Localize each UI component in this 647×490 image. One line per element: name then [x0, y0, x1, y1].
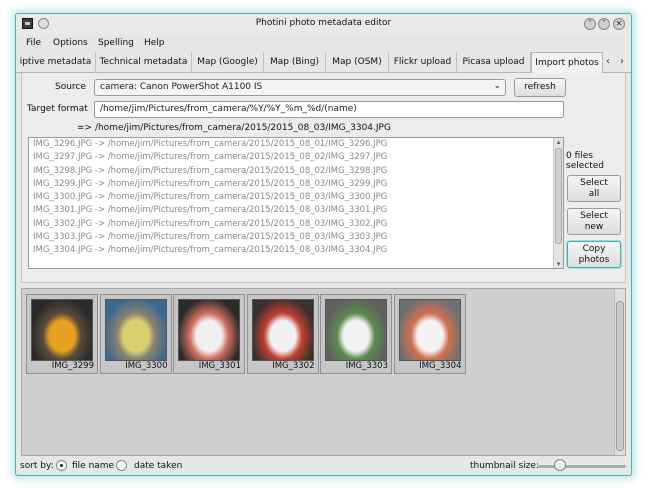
thumbnail-image	[325, 299, 387, 361]
copy-photos-line2: photos	[578, 255, 610, 265]
thumbnail-scrollbar[interactable]	[614, 289, 625, 455]
tab-flickr-upload[interactable]: Flickr upload	[389, 52, 457, 73]
window-title: Photini photo metadata editor	[255, 18, 392, 28]
minimize-button[interactable]: ˅	[584, 18, 596, 30]
copy-photos-line1: Copy	[582, 244, 606, 254]
thumbnail-label: IMG_3299	[51, 361, 94, 371]
tab-descriptive-metadata[interactable]: iptive metadata	[16, 52, 96, 73]
tab-scroll-right-icon[interactable]: ›	[620, 56, 624, 67]
file-row[interactable]: IMG_3296.JPG -> /home/jim/Pictures/from_…	[29, 138, 563, 151]
import-panel: Source camera: Canon PowerShot A1100 IS …	[21, 73, 626, 283]
thumbnail-size-handle[interactable]	[554, 459, 566, 471]
source-combo[interactable]: camera: Canon PowerShot A1100 IS ⌄	[94, 79, 506, 96]
select-all-button[interactable]: Select all	[567, 175, 621, 202]
file-row[interactable]: IMG_3302.JPG -> /home/jim/Pictures/from_…	[29, 218, 563, 231]
source-label: Source	[55, 82, 86, 92]
file-list[interactable]: IMG_3296.JPG -> /home/jim/Pictures/from_…	[28, 137, 564, 269]
files-selected-line2: selected	[566, 161, 604, 171]
file-row[interactable]: IMG_3300.JPG -> /home/jim/Pictures/from_…	[29, 191, 563, 204]
maximize-button[interactable]: ˄	[598, 18, 610, 30]
file-list-scroll-thumb[interactable]	[555, 148, 562, 244]
status-bar: sort by: file name date taken thumbnail …	[16, 456, 631, 475]
main-window: Photini photo metadata editor ˅ ˄ ✕ File…	[15, 13, 632, 476]
menu-bar: File Options Spelling Help	[16, 34, 631, 52]
thumbnail-scroll-thumb[interactable]	[616, 301, 624, 451]
thumbnail-item[interactable]: IMG_3300	[99, 294, 172, 374]
thumbnail-area[interactable]: IMG_3299 IMG_3300 IMG_3301 IMG_3302 IMG_3303…	[21, 288, 626, 456]
file-row[interactable]: IMG_3304.JPG -> /home/jim/Pictures/from_…	[29, 244, 563, 257]
thumbnail-size-slider[interactable]	[538, 465, 626, 468]
tab-bar: iptive metadata Technical metadata Map (…	[16, 52, 631, 74]
thumbnail-label: IMG_3300	[125, 361, 168, 371]
menu-spelling[interactable]: Spelling	[98, 38, 134, 48]
scroll-up-icon[interactable]: ▴	[554, 138, 563, 146]
thumbnail-item[interactable]: IMG_3303	[320, 294, 392, 374]
thumbnail-item[interactable]: IMG_3304	[393, 294, 466, 374]
tab-map-osm[interactable]: Map (OSM)	[326, 52, 389, 73]
scroll-down-icon[interactable]: ▾	[554, 260, 563, 268]
tab-technical-metadata[interactable]: Technical metadata	[96, 52, 192, 73]
file-rows: IMG_3296.JPG -> /home/jim/Pictures/from_…	[29, 138, 563, 258]
thumbnail-image	[251, 299, 314, 361]
file-row[interactable]: IMG_3303.JPG -> /home/jim/Pictures/from_…	[29, 231, 563, 244]
close-button[interactable]: ✕	[613, 18, 625, 30]
thumbnail-image	[398, 299, 461, 361]
chevron-down-icon: ⌄	[493, 81, 501, 91]
file-list-scrollbar[interactable]: ▴ ▾	[553, 138, 563, 268]
file-row[interactable]: IMG_3301.JPG -> /home/jim/Pictures/from_…	[29, 204, 563, 217]
thumbnail-item[interactable]: IMG_3299	[26, 294, 98, 374]
thumbnail-size-label: thumbnail size:	[470, 461, 539, 471]
tab-map-google[interactable]: Map (Google)	[192, 52, 264, 73]
file-row[interactable]: IMG_3298.JPG -> /home/jim/Pictures/from_…	[29, 165, 563, 178]
select-new-button[interactable]: Select new	[567, 208, 621, 235]
tab-import-photos[interactable]: Import photos	[531, 52, 603, 74]
menu-options[interactable]: Options	[53, 38, 88, 48]
refresh-button[interactable]: refresh	[514, 78, 566, 97]
target-preview: => /home/jim/Pictures/from_camera/2015/2…	[77, 123, 391, 133]
select-new-line1: Select	[580, 211, 608, 221]
menu-file[interactable]: File	[26, 38, 41, 48]
thumbnail-item[interactable]: IMG_3301	[173, 294, 245, 374]
files-selected-line1: 0 files	[566, 151, 593, 161]
tab-map-bing[interactable]: Map (Bing)	[264, 52, 326, 73]
sort-date-taken-label[interactable]: date taken	[134, 461, 182, 471]
tab-scroll-left-icon[interactable]: ‹	[606, 56, 610, 67]
thumbnail-image	[31, 299, 93, 361]
thumbnail-image	[178, 299, 240, 361]
files-selected-count: 0 files selected	[566, 151, 604, 171]
menu-help[interactable]: Help	[144, 38, 165, 48]
sort-file-name-label[interactable]: file name	[72, 461, 114, 471]
thumbnail-image	[104, 299, 167, 361]
select-all-line2: all	[588, 189, 600, 199]
thumbnail-label: IMG_3302	[272, 361, 315, 371]
thumbnail-label: IMG_3304	[419, 361, 462, 371]
sort-file-name-radio[interactable]	[56, 460, 67, 471]
sort-date-taken-radio[interactable]	[116, 460, 127, 471]
select-all-line1: Select	[580, 178, 608, 188]
thumbnail-label: IMG_3301	[198, 361, 241, 371]
target-format-label: Target format	[27, 104, 88, 114]
sort-by-label: sort by:	[20, 461, 54, 471]
thumbnail-item[interactable]: IMG_3302	[246, 294, 319, 374]
select-new-line2: new	[584, 222, 604, 232]
source-value: camera: Canon PowerShot A1100 IS	[100, 82, 263, 92]
tab-picasa-upload[interactable]: Picasa upload	[457, 52, 531, 73]
copy-photos-button[interactable]: Copy photos	[567, 241, 621, 268]
file-row[interactable]: IMG_3297.JPG -> /home/jim/Pictures/from_…	[29, 151, 563, 164]
file-row[interactable]: IMG_3299.JPG -> /home/jim/Pictures/from_…	[29, 178, 563, 191]
thumbnail-label: IMG_3303	[345, 361, 388, 371]
target-format-input[interactable]: /home/jim/Pictures/from_camera/%Y/%Y_%m_…	[94, 101, 564, 118]
title-bar: Photini photo metadata editor ˅ ˄ ✕	[16, 14, 631, 34]
